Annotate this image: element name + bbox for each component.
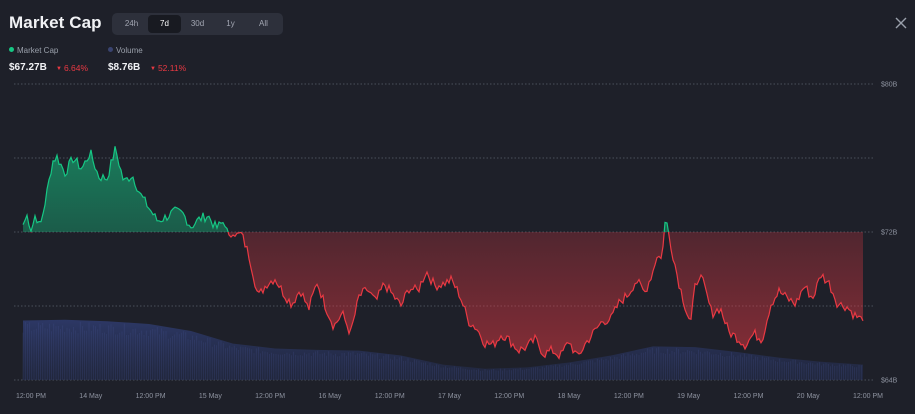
x-tick-label: 16 May <box>318 393 341 400</box>
y-tick-label: $72B <box>881 230 898 237</box>
x-tick-label: 12:00 PM <box>853 393 883 400</box>
x-tick-label: 12:00 PM <box>255 393 285 400</box>
market-cap-chart: $64B $72B $80B 12:00 PM 14 May 12:00 PM 15 Ma… <box>14 82 898 400</box>
y-axis-labels: $64B $72B $80B <box>881 82 898 385</box>
x-tick-label: 12:00 PM <box>614 393 644 400</box>
x-tick-label: 17 May <box>438 393 461 400</box>
x-tick-label: 14 May <box>79 393 102 400</box>
y-tick-label: $80B <box>881 82 898 89</box>
x-tick-label: 12:00 PM <box>136 393 166 400</box>
x-tick-label: 12:00 PM <box>733 393 763 400</box>
x-tick-label: 12:00 PM <box>375 393 405 400</box>
x-tick-label: 20 May <box>797 393 820 400</box>
x-tick-label: 12:00 PM <box>494 393 524 400</box>
x-tick-label: 15 May <box>199 393 222 400</box>
x-tick-label: 12:00 PM <box>16 393 46 400</box>
x-tick-label: 19 May <box>677 393 700 400</box>
x-axis-labels: 12:00 PM 14 May 12:00 PM 15 May 12:00 PM 16 M… <box>16 393 883 400</box>
x-tick-label: 18 May <box>558 393 581 400</box>
y-tick-label: $64B <box>881 378 898 385</box>
